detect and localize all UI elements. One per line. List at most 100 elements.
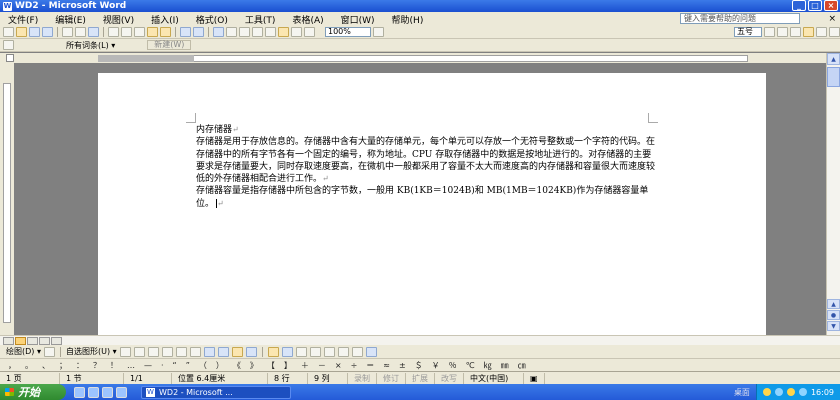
reading-view-icon[interactable] bbox=[51, 337, 62, 345]
auto-text-icon[interactable] bbox=[3, 40, 14, 50]
toolbar-options-icon[interactable] bbox=[829, 27, 840, 37]
outline-view-icon[interactable] bbox=[39, 337, 50, 345]
menu-table[interactable]: 表格(A) bbox=[292, 13, 323, 26]
normal-view-icon[interactable] bbox=[3, 337, 14, 345]
symbol-button[interactable]: ＄ bbox=[415, 360, 423, 371]
taskbar-item-word[interactable]: W WD2 - Microsoft ... bbox=[141, 385, 291, 399]
highlight-icon[interactable] bbox=[803, 27, 814, 37]
spelling-icon[interactable] bbox=[88, 27, 99, 37]
new-document-icon[interactable] bbox=[3, 27, 14, 37]
symbol-button[interactable]: ） bbox=[216, 360, 224, 371]
menu-format[interactable]: 格式(O) bbox=[196, 13, 228, 26]
quick-launch-desktop-icon[interactable] bbox=[88, 386, 99, 398]
font-color-draw-icon[interactable] bbox=[295, 346, 307, 357]
document-page[interactable]: 内存储器↵ 存储器是用于存放信息的。存储器中含有大量的存储单元，每个单元可以存放… bbox=[98, 73, 766, 335]
line-spacing-icon[interactable] bbox=[790, 27, 801, 37]
permission-icon[interactable] bbox=[42, 27, 53, 37]
web-layout-view-icon[interactable] bbox=[27, 337, 38, 345]
menu-file[interactable]: 文件(F) bbox=[8, 13, 38, 26]
symbol-button[interactable]: － bbox=[318, 360, 326, 371]
diagram-icon[interactable] bbox=[217, 346, 229, 357]
symbol-button[interactable]: 。 bbox=[25, 360, 33, 371]
menu-insert[interactable]: 插入(I) bbox=[151, 13, 179, 26]
columns-icon[interactable] bbox=[265, 27, 276, 37]
text-box-icon[interactable] bbox=[175, 346, 187, 357]
status-record[interactable]: 录制 bbox=[348, 372, 377, 384]
oval-icon[interactable] bbox=[161, 346, 173, 357]
justify-icon[interactable] bbox=[777, 27, 788, 37]
all-entries-dropdown[interactable]: 所有词条(L) ▾ bbox=[66, 40, 115, 51]
symbol-button[interactable]: ￥ bbox=[432, 360, 440, 371]
format-painter-icon[interactable] bbox=[160, 27, 171, 37]
vertical-ruler[interactable] bbox=[0, 63, 14, 335]
symbol-button[interactable]: 】 bbox=[284, 360, 292, 371]
symbol-button[interactable]: ㎏ bbox=[484, 360, 492, 371]
tray-input-icon[interactable] bbox=[798, 388, 807, 396]
horizontal-ruler[interactable] bbox=[0, 53, 840, 63]
help-question-input[interactable]: 键入需要帮助的问题 bbox=[680, 13, 800, 24]
help-icon[interactable] bbox=[373, 27, 384, 37]
symbol-button[interactable]: ÷ bbox=[351, 361, 358, 370]
drawing-icon[interactable] bbox=[278, 27, 289, 37]
tray-network-icon[interactable] bbox=[762, 388, 771, 396]
symbol-button[interactable]: ！ bbox=[110, 360, 118, 371]
symbol-button[interactable]: ， bbox=[8, 360, 16, 371]
minimize-button[interactable]: _ bbox=[792, 0, 806, 11]
new-entry-button[interactable]: 新建(W) bbox=[147, 40, 192, 50]
quick-launch-media-icon[interactable] bbox=[102, 386, 113, 398]
show-hide-icon[interactable] bbox=[304, 27, 315, 37]
vertical-scrollbar[interactable]: ▲ ▲ ● ▼ bbox=[826, 53, 840, 335]
select-objects-icon[interactable] bbox=[43, 346, 55, 357]
font-color-icon[interactable] bbox=[816, 27, 827, 37]
vertical-text-box-icon[interactable] bbox=[189, 346, 201, 357]
symbol-button[interactable]: 》 bbox=[250, 360, 258, 371]
tray-volume-icon[interactable] bbox=[774, 388, 783, 396]
next-page-icon[interactable]: ▼ bbox=[827, 321, 840, 331]
picture-icon[interactable] bbox=[245, 346, 257, 357]
quick-launch-app-icon[interactable] bbox=[116, 386, 127, 398]
copy-icon[interactable] bbox=[134, 27, 145, 37]
symbol-button[interactable]: （ bbox=[199, 360, 207, 371]
spelling-status-icon[interactable]: ▣ bbox=[524, 372, 545, 384]
symbol-button[interactable]: · bbox=[161, 361, 164, 370]
align-left-icon[interactable] bbox=[764, 27, 775, 37]
clip-art-icon[interactable] bbox=[231, 346, 243, 357]
symbol-button[interactable]: 【 bbox=[267, 360, 275, 371]
close-button[interactable]: × bbox=[824, 0, 838, 11]
save-icon[interactable] bbox=[29, 27, 40, 37]
menu-tools[interactable]: 工具(T) bbox=[245, 13, 276, 26]
symbol-button[interactable]: ％ bbox=[449, 360, 457, 371]
desktop-toolbar-label[interactable]: 桌面 bbox=[734, 387, 750, 398]
symbol-button[interactable]: “ bbox=[173, 361, 177, 370]
line-color-icon[interactable] bbox=[281, 346, 293, 357]
paste-icon[interactable] bbox=[147, 27, 158, 37]
print-icon[interactable] bbox=[62, 27, 73, 37]
menu-edit[interactable]: 编辑(E) bbox=[55, 13, 86, 26]
symbol-button[interactable]: ？ bbox=[93, 360, 101, 371]
line-icon[interactable] bbox=[119, 346, 131, 357]
insert-excel-icon[interactable] bbox=[252, 27, 263, 37]
scroll-up-arrow-icon[interactable]: ▲ bbox=[827, 53, 840, 65]
status-overtype[interactable]: 改写 bbox=[435, 372, 464, 384]
symbol-button[interactable]: — bbox=[144, 361, 152, 370]
font-size-select[interactable]: 五号 bbox=[734, 27, 762, 37]
symbol-button[interactable]: 《 bbox=[233, 360, 241, 371]
wordart-icon[interactable] bbox=[203, 346, 215, 357]
menu-help[interactable]: 帮助(H) bbox=[392, 13, 424, 26]
tray-security-icon[interactable] bbox=[786, 388, 795, 396]
arrow-style-icon[interactable] bbox=[337, 346, 349, 357]
symbol-button[interactable]: ± bbox=[399, 361, 406, 370]
menu-window[interactable]: 窗口(W) bbox=[341, 13, 375, 26]
previous-page-icon[interactable]: ▲ bbox=[827, 299, 840, 309]
scroll-thumb[interactable] bbox=[827, 67, 840, 87]
undo-icon[interactable] bbox=[180, 27, 191, 37]
print-preview-icon[interactable] bbox=[75, 27, 86, 37]
document-map-icon[interactable] bbox=[291, 27, 302, 37]
browse-object-icon[interactable]: ● bbox=[827, 310, 840, 320]
cut-icon[interactable] bbox=[121, 27, 132, 37]
symbol-button[interactable]: ＝ bbox=[366, 360, 374, 371]
dash-style-icon[interactable] bbox=[323, 346, 335, 357]
status-extend[interactable]: 扩展 bbox=[406, 372, 435, 384]
zoom-select[interactable]: 100% bbox=[325, 27, 371, 37]
symbol-button[interactable]: ： bbox=[76, 360, 84, 371]
